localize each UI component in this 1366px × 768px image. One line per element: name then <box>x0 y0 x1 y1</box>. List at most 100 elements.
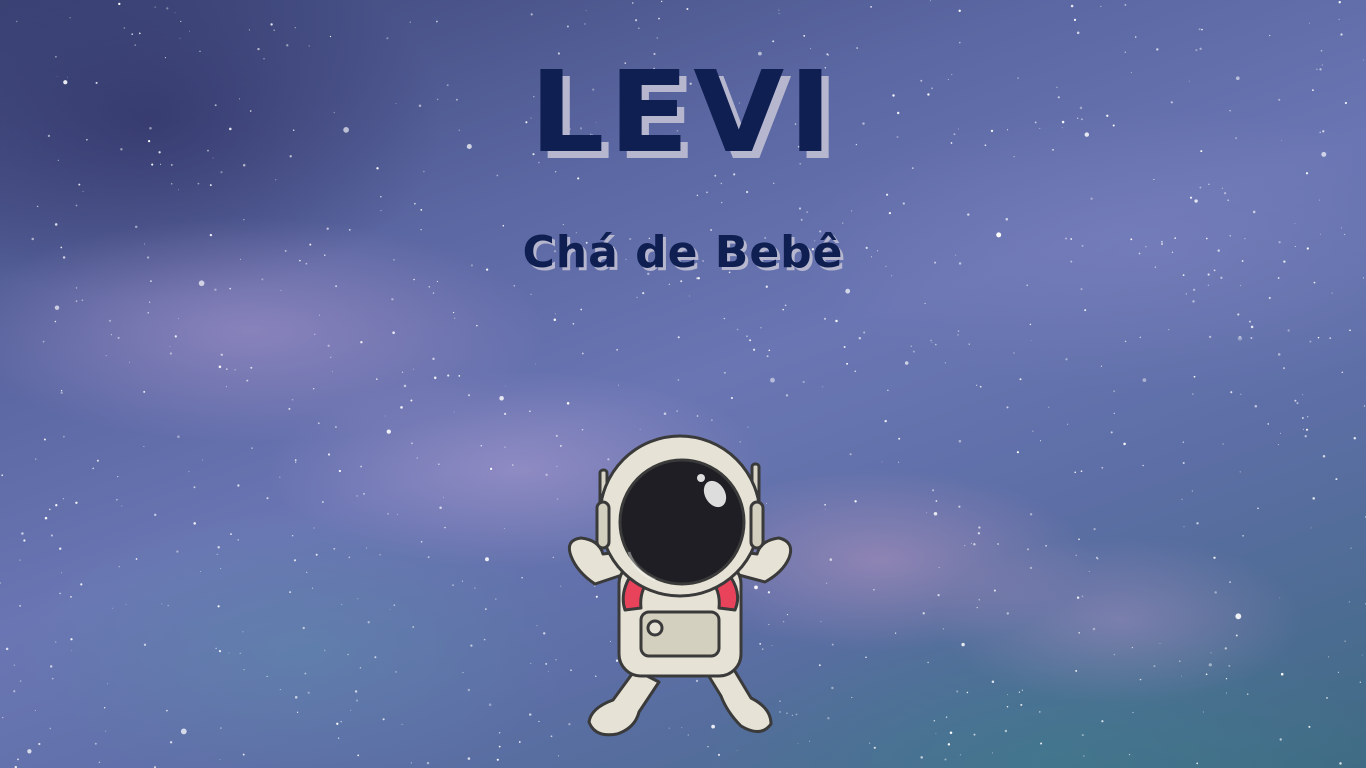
star <box>426 761 430 765</box>
star <box>107 683 109 685</box>
star <box>1032 430 1034 432</box>
star <box>1047 406 1050 409</box>
star <box>975 384 978 386</box>
star <box>414 202 416 205</box>
star <box>1026 284 1029 287</box>
star <box>312 587 313 589</box>
star <box>870 5 873 8</box>
star <box>1182 441 1184 443</box>
star <box>912 350 915 353</box>
star <box>242 631 244 633</box>
star <box>318 314 320 316</box>
star <box>220 353 223 356</box>
star <box>19 605 21 607</box>
star <box>467 688 471 692</box>
star <box>1123 442 1126 446</box>
star <box>359 667 362 669</box>
star <box>884 419 887 423</box>
star <box>1070 4 1074 8</box>
star <box>842 222 844 224</box>
star <box>380 209 382 212</box>
star <box>958 439 962 443</box>
star <box>798 207 802 210</box>
star <box>5 647 9 651</box>
star <box>467 394 471 397</box>
star <box>54 305 60 310</box>
star <box>513 284 516 287</box>
star <box>495 598 497 600</box>
star <box>401 371 404 373</box>
star <box>38 742 41 746</box>
star <box>401 723 403 725</box>
star <box>2 717 4 719</box>
star <box>553 318 557 322</box>
star <box>1208 183 1210 186</box>
star <box>1007 694 1008 696</box>
star <box>62 498 64 500</box>
star <box>1075 669 1078 672</box>
star <box>1239 471 1241 473</box>
star <box>193 522 196 525</box>
star <box>766 355 769 358</box>
star <box>930 339 932 342</box>
star <box>321 500 324 504</box>
star <box>1192 393 1194 395</box>
star <box>1222 443 1224 445</box>
star <box>19 680 22 682</box>
star <box>444 526 446 529</box>
star <box>332 371 333 373</box>
star <box>1029 566 1033 570</box>
star <box>476 324 478 327</box>
star <box>765 285 768 288</box>
star <box>898 461 900 463</box>
star <box>967 213 970 216</box>
star <box>217 546 220 549</box>
star <box>831 643 834 646</box>
star <box>721 201 723 204</box>
star <box>420 209 423 211</box>
star <box>530 662 532 664</box>
star <box>886 193 889 196</box>
star <box>1159 642 1161 644</box>
star <box>835 319 838 323</box>
star <box>1134 36 1137 38</box>
star <box>1201 28 1203 31</box>
star <box>661 0 663 3</box>
star <box>979 385 982 388</box>
star <box>1304 435 1307 438</box>
star <box>61 572 62 574</box>
star <box>1083 755 1085 757</box>
star <box>851 210 853 212</box>
star <box>143 390 146 393</box>
star <box>188 471 190 473</box>
star <box>845 288 851 294</box>
star <box>197 182 200 185</box>
star <box>308 45 310 47</box>
star <box>363 493 365 495</box>
star <box>854 500 857 503</box>
star <box>1287 329 1290 332</box>
star <box>294 27 296 29</box>
star <box>54 641 57 643</box>
star <box>529 410 531 413</box>
star <box>313 333 316 336</box>
star <box>78 183 81 186</box>
star <box>1021 689 1024 691</box>
star <box>380 196 382 198</box>
star <box>711 419 713 422</box>
star <box>220 727 222 729</box>
star <box>315 553 318 556</box>
star <box>1088 570 1090 572</box>
star <box>218 365 222 369</box>
star <box>214 288 217 292</box>
star <box>387 512 390 515</box>
star <box>60 391 63 394</box>
star <box>1084 309 1087 312</box>
star <box>1113 653 1116 656</box>
star <box>958 9 961 12</box>
star <box>1254 405 1258 408</box>
star <box>1113 390 1116 393</box>
star <box>1006 612 1009 615</box>
star <box>437 463 440 466</box>
star <box>294 459 297 461</box>
